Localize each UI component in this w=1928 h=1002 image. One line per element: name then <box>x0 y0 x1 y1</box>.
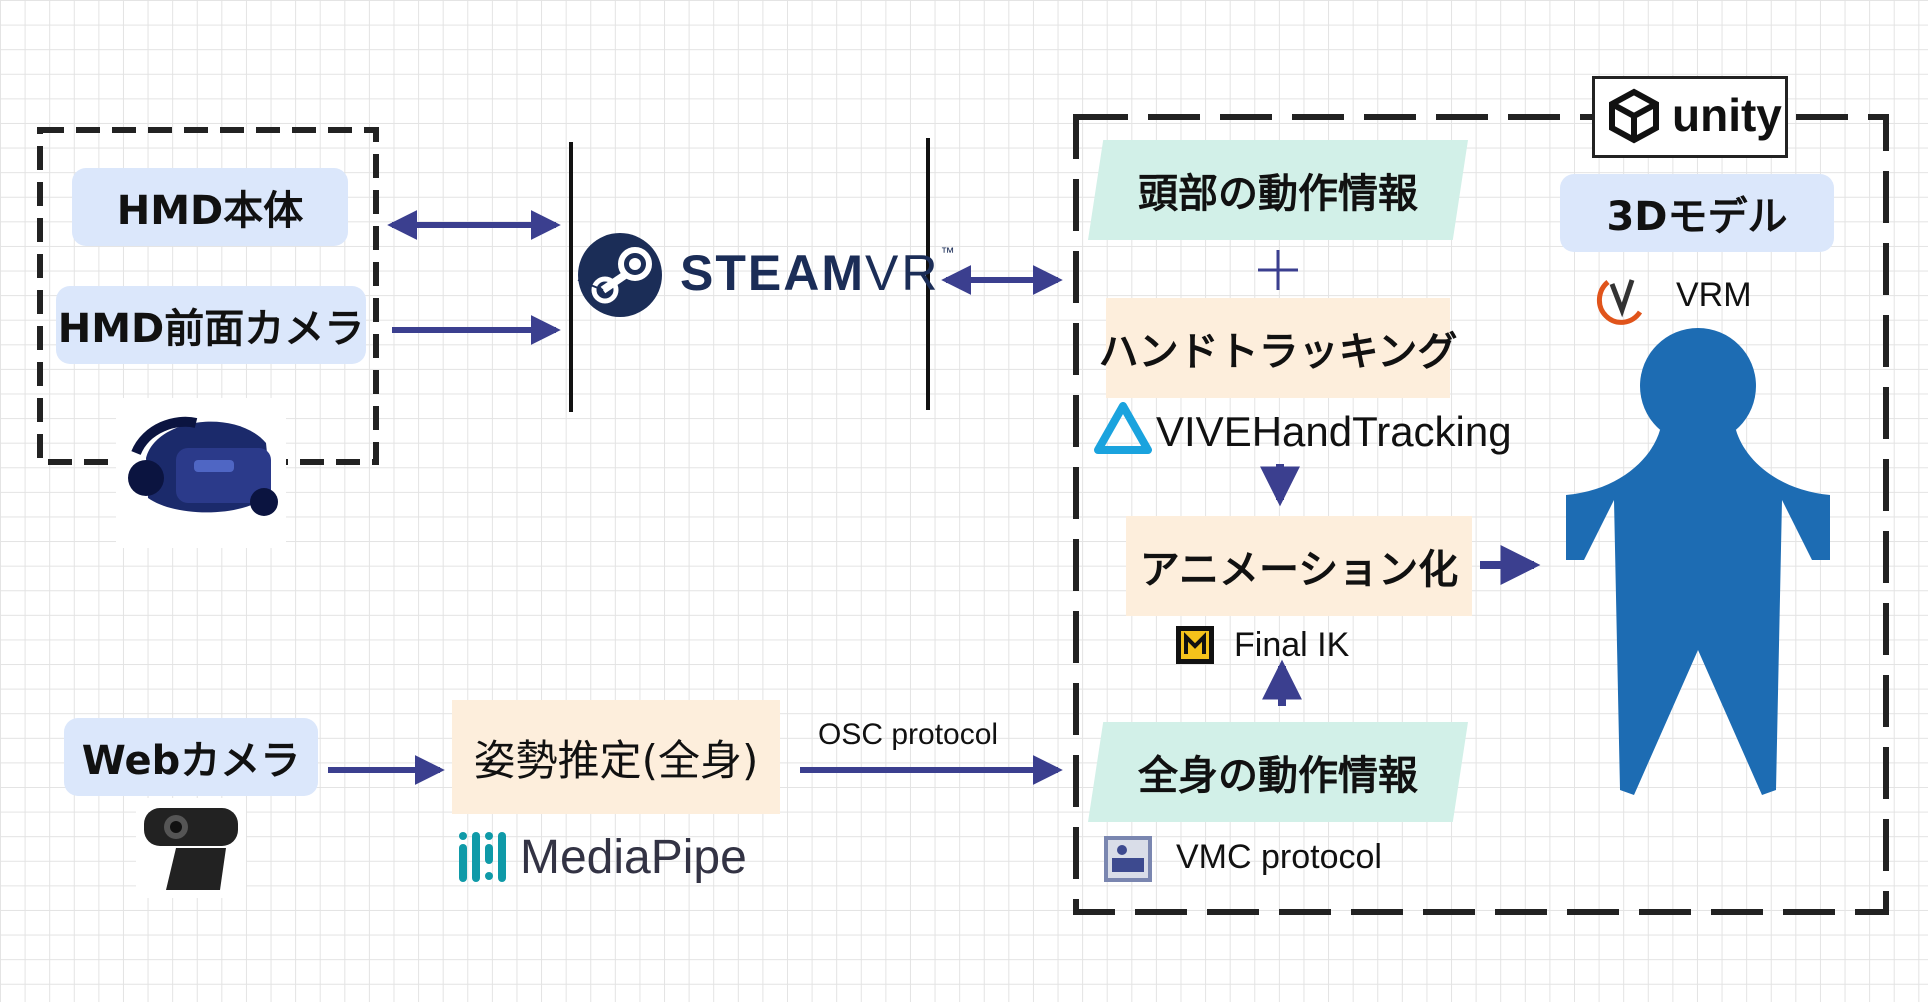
vmc-protocol-label: VMC protocol <box>1176 838 1382 876</box>
final-ik-label: Final IK <box>1234 626 1350 664</box>
plus-sign <box>1258 250 1298 290</box>
body-motion-box: 全身の動作情報 <box>1088 722 1468 822</box>
unity-logo-icon <box>1609 88 1659 144</box>
vrm-logo-icon <box>1597 279 1643 325</box>
vive-hand-tracking-label: VIVEHandTracking <box>1156 408 1512 455</box>
3d-model-box: 3Dモデル <box>1560 174 1834 252</box>
animation-box: アニメーション化 <box>1126 516 1472 616</box>
osc-protocol-label: OSC protocol <box>818 718 999 751</box>
vmc-logo-icon <box>1104 836 1152 882</box>
webcam-box: Webカメラ <box>64 718 318 796</box>
hmd-front-camera-box: HMD前面カメラ <box>56 286 366 364</box>
vrm-label: VRM <box>1676 276 1752 314</box>
hmd-body-box: HMD本体 <box>72 168 348 246</box>
steamvr-vr: VR <box>865 245 941 301</box>
hand-tracking-box: ハンドトラッキング <box>1099 298 1457 398</box>
webcam-icon <box>136 798 246 898</box>
final-ik-icon <box>1176 626 1214 664</box>
vive-logo-icon <box>1094 402 1152 454</box>
mediapipe-label: MediaPipe <box>520 831 747 884</box>
person-figure-icon <box>1566 328 1830 795</box>
unity-logo-text: unity <box>1672 89 1782 141</box>
steamvr-tm: ™ <box>940 244 957 260</box>
steam-logo-icon <box>577 233 662 317</box>
pose-estimation-box: 姿勢推定(全身) <box>452 700 780 814</box>
head-motion-box: 頭部の動作情報 <box>1088 140 1468 240</box>
vr-headset-icon <box>116 398 286 548</box>
steamvr-word: STEAM <box>680 245 865 301</box>
mediapipe-logo-icon <box>459 832 506 882</box>
steamvr-wordmark: STEAMVR™ <box>680 244 956 302</box>
